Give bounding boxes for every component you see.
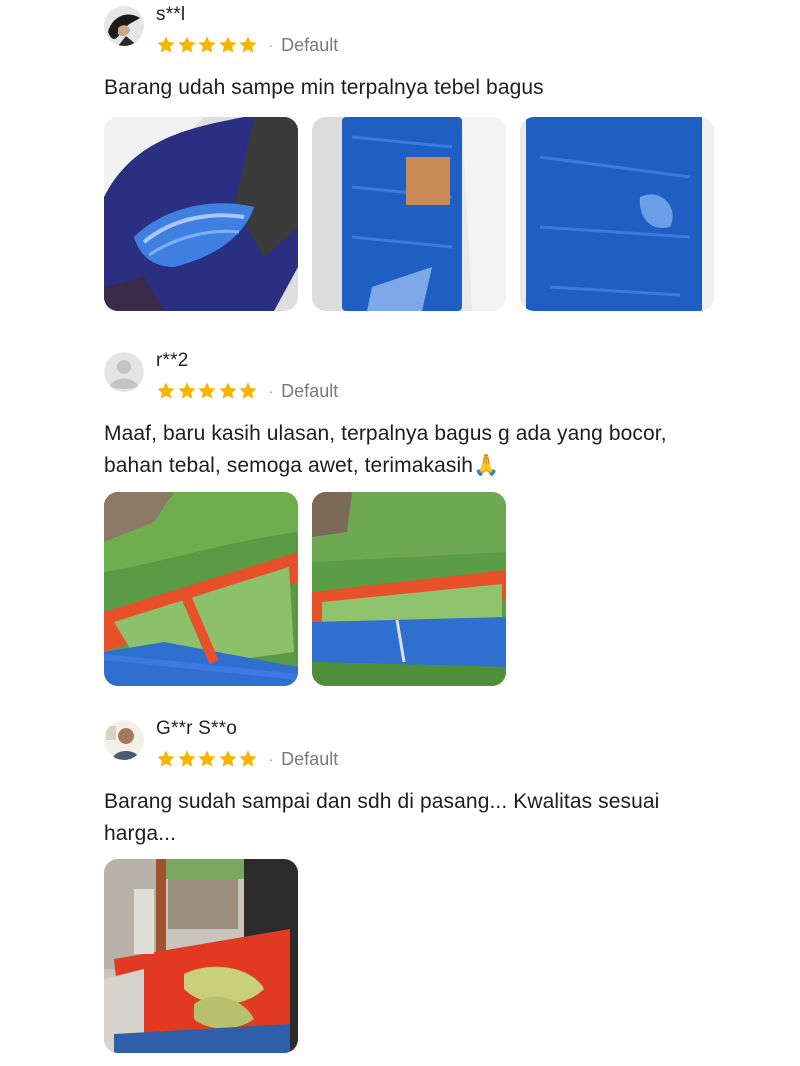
- star-icon: [218, 382, 237, 399]
- rating-row: · Default: [156, 34, 338, 56]
- reviewer-name: s**l: [156, 4, 186, 25]
- star-icon: [157, 750, 175, 767]
- review-text: Barang udah sampe min terpalnya tebel ba…: [104, 76, 544, 99]
- review-photos: [104, 492, 506, 686]
- star-rating: [156, 35, 259, 55]
- variant-label: Default: [281, 381, 339, 401]
- star-icon: [239, 750, 257, 767]
- avatar[interactable]: [104, 352, 144, 392]
- avatar[interactable]: [104, 720, 144, 760]
- review-photo[interactable]: [312, 117, 506, 311]
- reviewer-name: G**r S**o: [156, 718, 238, 739]
- star-icon: [198, 36, 216, 53]
- review-photo[interactable]: [520, 117, 714, 311]
- review-header: G**r S**o · Default: [104, 714, 704, 784]
- review-list: s**l · Default Barang udah sampe min ter…: [0, 0, 800, 1066]
- star-icon: [177, 750, 196, 767]
- review-text: Maaf, baru kasih ulasan, terpalnya bagus…: [104, 422, 667, 477]
- rating-row: · Default: [156, 380, 338, 402]
- star-icon: [177, 382, 196, 399]
- review-text: Barang sudah sampai dan sdh di pasang...…: [104, 790, 660, 845]
- review-photos: [104, 117, 714, 311]
- default-avatar-icon: [104, 352, 144, 392]
- variant-label: Default: [281, 35, 339, 55]
- star-icon: [218, 750, 237, 767]
- star-rating: [156, 749, 259, 769]
- star-icon: [177, 36, 196, 53]
- separator-dot: ·: [268, 751, 274, 767]
- avatar[interactable]: [104, 6, 144, 46]
- star-icon: [239, 382, 257, 399]
- separator-dot: ·: [268, 383, 274, 399]
- star-icon: [157, 382, 175, 399]
- star-icon: [239, 36, 257, 53]
- review-photos: [104, 859, 298, 1053]
- star-icon: [157, 36, 175, 53]
- separator-dot: ·: [268, 37, 274, 53]
- review-header: r**2 · Default: [104, 346, 704, 416]
- review-photo[interactable]: [104, 859, 298, 1053]
- variant-label: Default: [281, 749, 339, 769]
- review-photo[interactable]: [312, 492, 506, 686]
- star-icon: [198, 382, 216, 399]
- reviewer-name: r**2: [156, 350, 189, 371]
- star-rating: [156, 381, 259, 401]
- review-header: s**l · Default: [104, 0, 704, 70]
- star-icon: [218, 36, 237, 53]
- star-icon: [198, 750, 216, 767]
- review-photo[interactable]: [104, 492, 298, 686]
- review-photo[interactable]: [104, 117, 298, 311]
- rating-row: · Default: [156, 748, 338, 770]
